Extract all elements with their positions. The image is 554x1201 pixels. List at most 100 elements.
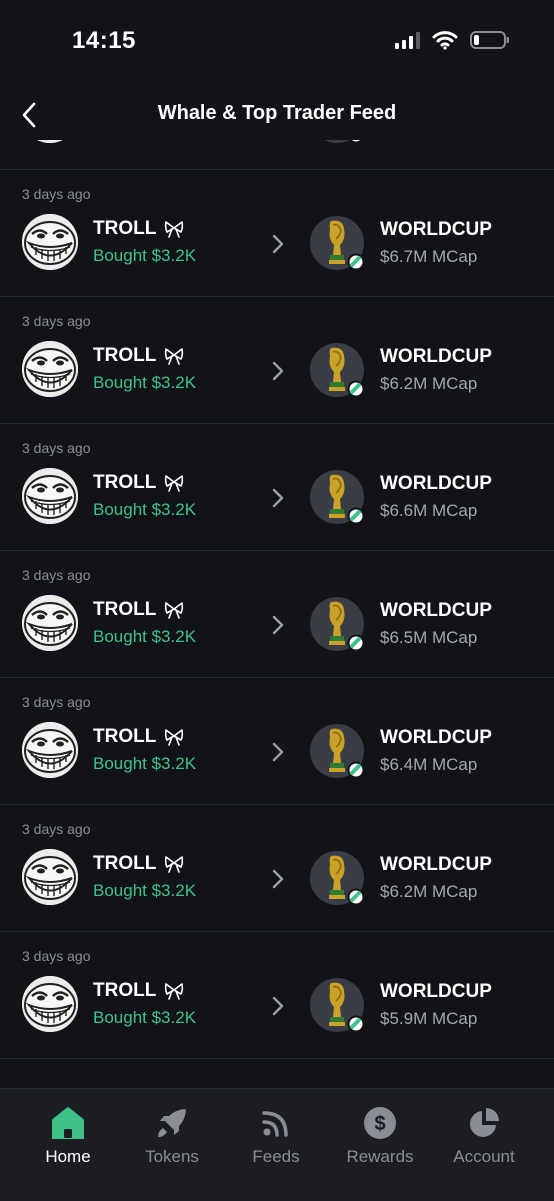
trader-avatar[interactable] [22,976,78,1032]
wifi-icon [432,31,458,50]
chevron-right-icon [272,361,284,381]
trader-avatar[interactable] [22,849,78,905]
world-cup-trophy-icon [310,724,365,779]
view-trade-button[interactable] [266,992,290,1020]
troll-face-icon [22,214,78,270]
feed-item[interactable]: 3 days ago TROLL Bought $3.2K WORLDCUP $… [0,424,554,551]
tab-rewards[interactable]: $ Rewards [325,1105,435,1167]
token-name: WORLDCUP [380,600,492,621]
trader-name-text: TROLL [93,472,157,493]
token-name: WORLDCUP [380,854,492,875]
chevron-right-icon [272,869,284,889]
feed-item[interactable]: TROLL Bought $3.2K WORLDCU [0,140,554,170]
trade-action: Bought $3.2K [93,246,197,265]
trader-avatar[interactable] [22,468,78,524]
token-avatar[interactable] [309,596,365,652]
token-market-cap: $6.6M MCap [380,501,478,520]
feed-item[interactable]: 3 days ago TROLL Bought $3.2K WORLDCUP $… [0,932,554,1059]
troll-face-icon [22,140,78,143]
feed-item[interactable]: 3 days ago TROLL Bought $3.2K WORLDCUP $… [0,297,554,424]
world-cup-trophy-icon [310,216,365,271]
rocket-icon [158,1109,186,1137]
token-name: WORLDCUP [380,346,492,367]
trader-name-text: TROLL [93,980,157,1001]
feed-list: TROLL Bought $3.2K WORLDCU [0,140,554,1059]
chevron-right-icon [272,488,284,508]
token-avatar[interactable] [309,850,365,906]
tab-feeds[interactable]: Feeds [221,1105,331,1167]
trader-name: TROLL [93,345,184,367]
ribbon-icon [165,348,184,365]
battery-icon [470,31,509,49]
token-market-cap: $6.4M MCap [380,755,478,774]
trader-name-text: TROLL [93,726,157,747]
trade-action: Bought $3.2K [93,881,197,900]
item-timestamp: 3 days ago [22,186,91,202]
token-name: WORLDCUP [380,219,492,240]
trader-name: TROLL [93,472,184,494]
token-name: WORLDCUP [380,727,492,748]
svg-text:$: $ [374,1113,385,1135]
ribbon-icon [165,602,184,619]
troll-face-icon [22,849,78,905]
view-trade-button[interactable] [266,611,290,639]
feed-item[interactable]: 3 days ago TROLL Bought $3.2K WORLDCUP $… [0,805,554,932]
tab-label-rewards: Rewards [346,1147,414,1166]
ribbon-icon [165,475,184,492]
trader-name: TROLL [93,853,184,875]
bottom-tab-bar: Home Tokens Feeds $ Rewards Account [0,1088,554,1201]
trader-name: TROLL [93,599,184,621]
view-trade-button[interactable] [266,484,290,512]
trader-name: TROLL [93,218,184,240]
trader-avatar[interactable] [22,595,78,651]
world-cup-trophy-icon [310,851,365,906]
world-cup-trophy-icon [310,343,365,398]
trade-action: Bought $3.2K [93,754,197,773]
feed-item[interactable]: 3 days ago TROLL Bought $3.2K WORLDCUP $… [0,170,554,297]
token-market-cap: $6.2M MCap [380,374,478,393]
world-cup-trophy-icon [310,470,365,525]
status-time: 14:15 [72,27,136,54]
status-icons [394,30,510,50]
troll-face-icon [22,976,78,1032]
home-icon [52,1107,84,1139]
trader-name-text: TROLL [93,218,157,239]
view-trade-button[interactable] [266,865,290,893]
trader-avatar[interactable] [22,214,78,270]
tab-home[interactable]: Home [13,1105,123,1167]
token-avatar[interactable] [309,215,365,271]
trader-avatar[interactable] [22,341,78,397]
ribbon-icon [165,221,184,238]
view-trade-button[interactable] [266,357,290,385]
token-avatar[interactable] [309,469,365,525]
feed-item[interactable]: 3 days ago TROLL Bought $3.2K WORLDCUP $… [0,551,554,678]
view-trade-button[interactable] [266,738,290,766]
tab-tokens[interactable]: Tokens [117,1105,227,1167]
trader-avatar[interactable] [22,140,78,143]
ribbon-icon [165,856,184,873]
trader-name: TROLL [93,726,184,748]
nav-header: Whale & Top Trader Feed [0,92,554,138]
trader-name: TROLL [93,980,184,1002]
pie-chart-icon [470,1108,499,1137]
trade-action: Bought $3.2K [93,627,197,646]
token-market-cap: $6.2M MCap [380,882,478,901]
trader-feed[interactable]: TROLL Bought $3.2K WORLDCU [0,140,554,1087]
troll-face-icon [22,595,78,651]
chevron-right-icon [272,742,284,762]
token-avatar[interactable] [309,140,365,144]
tab-label-tokens: Tokens [145,1147,199,1166]
trader-name-text: TROLL [93,599,157,620]
troll-face-icon [22,468,78,524]
tab-label-account: Account [453,1147,515,1166]
feed-item[interactable]: 3 days ago TROLL Bought $3.2K WORLDCUP $… [0,678,554,805]
token-name: WORLDCUP [380,981,492,1002]
token-market-cap: $5.9M MCap [380,1009,478,1028]
trader-avatar[interactable] [22,722,78,778]
token-avatar[interactable] [309,977,365,1033]
token-avatar[interactable] [309,342,365,398]
token-avatar[interactable] [309,723,365,779]
trade-action: Bought $3.2K [93,500,197,519]
view-trade-button[interactable] [266,230,290,258]
tab-account[interactable]: Account [429,1105,539,1167]
